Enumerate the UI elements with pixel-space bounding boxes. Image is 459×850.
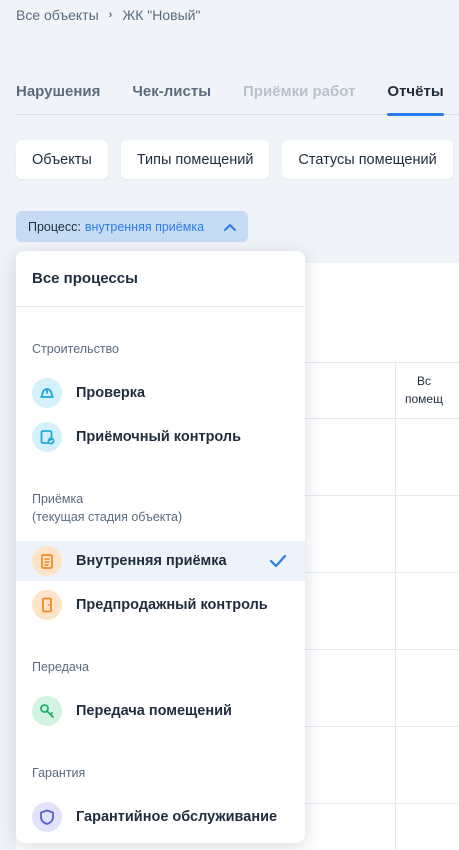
- table-row: [305, 649, 459, 650]
- process-option-label: Гарантийное обслуживание: [76, 809, 278, 825]
- clipboard-list-icon: [32, 546, 62, 576]
- tab-violations[interactable]: Нарушения: [16, 83, 100, 115]
- process-option-internal-acceptance[interactable]: Внутренняя приёмка: [16, 541, 305, 581]
- process-option-label: Приёмочный контроль: [76, 429, 242, 445]
- process-option-warranty-service[interactable]: Гарантийное обслуживание: [16, 797, 305, 837]
- tab-reports[interactable]: Отчёты: [387, 83, 444, 116]
- tab-bar: Нарушения Чек-листы Приёмки работ Отчёты: [16, 83, 459, 116]
- process-option-label: Внутренняя приёмка: [76, 553, 227, 569]
- checkmark-icon: [269, 552, 287, 575]
- table-header-text: помещ: [405, 392, 443, 406]
- group-title-warranty: Гарантия: [32, 766, 86, 780]
- group-title-construction: Строительство: [32, 342, 119, 356]
- clipboard-check-icon: [32, 422, 62, 452]
- helmet-icon: [32, 378, 62, 408]
- objects-filter-button[interactable]: Объекты: [16, 140, 108, 179]
- table-divider: [305, 362, 459, 363]
- process-dropdown: Все процессы Строительство Проверка Приё…: [16, 251, 305, 843]
- process-option-acceptance-control[interactable]: Приёмочный контроль: [16, 417, 305, 457]
- table-row: [305, 572, 459, 573]
- process-filter-button[interactable]: Процесс: внутренняя приёмка: [16, 211, 248, 242]
- all-processes-option[interactable]: Все процессы: [16, 251, 305, 307]
- process-option-label: Предпродажный контроль: [76, 597, 268, 613]
- table-row: [305, 803, 459, 804]
- process-option-label: Передача помещений: [76, 703, 232, 719]
- table-row: [305, 726, 459, 727]
- tab-work-acceptance: Приёмки работ: [243, 83, 356, 100]
- group-title-handover: Передача: [32, 660, 90, 674]
- table-column-header: Вс помещ: [405, 372, 443, 408]
- filter-chips: Объекты Типы помещений Статусы помещений: [16, 140, 453, 179]
- key-icon: [32, 696, 62, 726]
- breadcrumb-root-link[interactable]: Все объекты: [16, 7, 99, 23]
- table-header-text: Вс: [416, 374, 431, 388]
- room-statuses-filter-button[interactable]: Статусы помещений: [282, 140, 453, 179]
- room-types-filter-button[interactable]: Типы помещений: [120, 140, 270, 179]
- tab-checklists[interactable]: Чек-листы: [132, 83, 211, 115]
- process-filter-prefix: Процесс:: [28, 219, 81, 234]
- table-row: [305, 418, 459, 419]
- shield-icon: [32, 802, 62, 832]
- chevron-up-icon: [224, 220, 236, 234]
- door-icon: [32, 590, 62, 620]
- process-option-room-handover[interactable]: Передача помещений: [16, 691, 305, 731]
- process-option-presale-control[interactable]: Предпродажный контроль: [16, 585, 305, 625]
- process-option-label: Проверка: [76, 385, 146, 401]
- process-option-inspection[interactable]: Проверка: [16, 373, 305, 413]
- breadcrumb: Все объекты › ЖК "Новый": [16, 7, 200, 23]
- group-subtitle-acceptance: (текущая стадия объекта): [32, 510, 183, 524]
- table-row: [305, 495, 459, 496]
- breadcrumb-current: ЖК "Новый": [122, 7, 201, 23]
- group-title-acceptance: Приёмка: [32, 492, 84, 506]
- process-filter-value: внутренняя приёмка: [84, 219, 205, 234]
- table-divider: [395, 362, 396, 850]
- chevron-right-icon: ›: [108, 9, 113, 21]
